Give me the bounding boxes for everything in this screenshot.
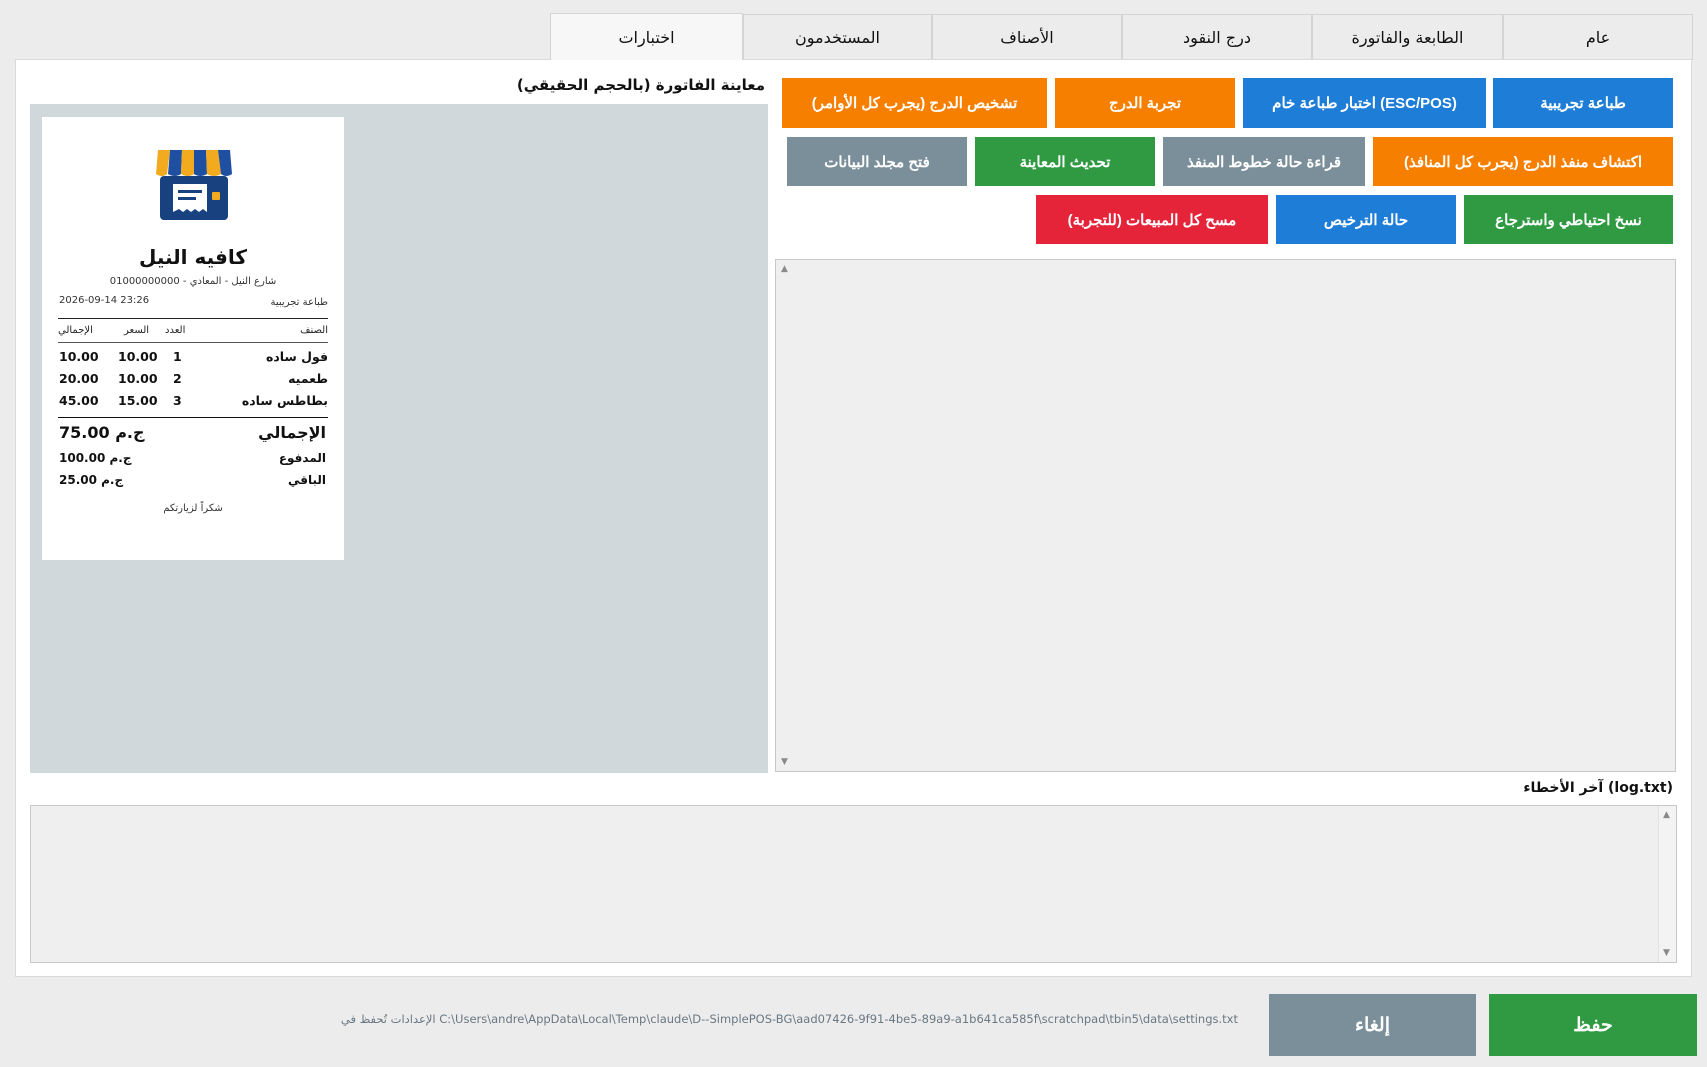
errors-log-textarea[interactable]: ▲ ▼: [30, 805, 1677, 963]
col-item: الصنف: [300, 325, 328, 336]
tab-tests[interactable]: اختبارات: [550, 13, 743, 60]
item-name: طعميه: [288, 371, 328, 386]
print-type: طباعة تجريبية: [270, 297, 328, 308]
shop-name: كافيه النيل: [138, 245, 248, 269]
totals-divider: [58, 417, 328, 418]
remaining-label: الباقي: [287, 473, 326, 487]
drawer-test-button[interactable]: تجربة الدرج: [1055, 78, 1235, 128]
settings-path-text: الإعدادات تُحفظ في C:\Users\andre\AppDat…: [340, 1012, 1238, 1026]
paid-label: المدفوع: [278, 451, 326, 465]
thanks-text: شكراً لزيارتكم: [163, 503, 223, 514]
cancel-button[interactable]: إلغاء: [1269, 994, 1476, 1056]
item-name: بطاطس ساده: [241, 393, 328, 408]
tab-users[interactable]: المستخدمون: [743, 14, 932, 60]
preview-title: معاينة الفاتورة (بالحجم الحقيقي): [516, 76, 765, 94]
shop-register-icon: [156, 150, 232, 220]
paid-value: 100.00 ج.م: [59, 451, 132, 465]
errors-scrollbar[interactable]: ▲ ▼: [1658, 806, 1676, 962]
item-total: 10.00: [59, 349, 99, 364]
test-output-textarea[interactable]: ▲ ▼: [775, 259, 1676, 772]
col-total: الإجمالي: [58, 325, 93, 336]
tab-cash-drawer[interactable]: درج النقود: [1122, 14, 1312, 60]
save-button[interactable]: حفظ: [1489, 994, 1697, 1056]
refresh-preview-button[interactable]: تحديث المعاينة: [975, 137, 1155, 186]
receipt-divider: [58, 318, 328, 319]
item-total: 20.00: [59, 371, 99, 386]
receipt-datetime: 2026-09-14 23:26: [59, 295, 150, 306]
col-price: السعر: [124, 325, 150, 336]
errors-label: آخر الأخطاء (log.txt): [1523, 780, 1673, 796]
scroll-up-icon[interactable]: ▲: [781, 264, 788, 274]
drawer-diagnose-button[interactable]: تشخيص الدرج (يجرب كل الأوامر): [782, 78, 1047, 128]
open-data-folder-button[interactable]: فتح مجلد البيانات: [787, 137, 967, 186]
scroll-down-icon[interactable]: ▼: [781, 757, 788, 767]
item-qty: 3: [173, 393, 182, 408]
license-status-button[interactable]: حالة الترخيص: [1276, 195, 1456, 244]
scroll-down-icon[interactable]: ▼: [1663, 948, 1670, 958]
tab-printer-invoice[interactable]: الطابعة والفاتورة: [1312, 14, 1503, 60]
header-divider: [58, 342, 328, 343]
grand-total-value: 75.00 ج.م: [59, 423, 145, 442]
raw-print-test-button[interactable]: اختبار طباعة خام (ESC/POS): [1243, 78, 1486, 128]
shop-address: شارع النيل - المعادي - 01000000000: [109, 276, 277, 287]
read-port-lines-button[interactable]: قراءة حالة خطوط المنفذ: [1163, 137, 1365, 186]
item-name: فول ساده: [266, 349, 328, 364]
test-print-button[interactable]: طباعة تجريبية: [1493, 78, 1673, 128]
tab-general[interactable]: عام: [1503, 14, 1693, 60]
receipt-paper: كافيه النيل شارع النيل - المعادي - 01000…: [42, 117, 344, 560]
item-qty: 2: [173, 371, 182, 386]
backup-restore-button[interactable]: نسخ احتياطي واسترجاع: [1464, 195, 1673, 244]
item-price: 10.00: [118, 349, 158, 364]
item-price: 15.00: [118, 393, 158, 408]
remaining-value: 25.00 ج.م: [59, 473, 124, 487]
tab-items[interactable]: الأصناف: [932, 14, 1122, 60]
item-total: 45.00: [59, 393, 99, 408]
item-price: 10.00: [118, 371, 158, 386]
col-qty: العدد: [165, 325, 186, 336]
scroll-up-icon[interactable]: ▲: [1663, 810, 1670, 820]
item-qty: 1: [173, 349, 182, 364]
detect-drawer-port-button[interactable]: اكتشاف منفذ الدرج (يجرب كل المنافذ): [1373, 137, 1673, 186]
grand-total-label: الإجمالي: [258, 423, 326, 442]
clear-sales-button[interactable]: مسح كل المبيعات (للتجربة): [1036, 195, 1268, 244]
